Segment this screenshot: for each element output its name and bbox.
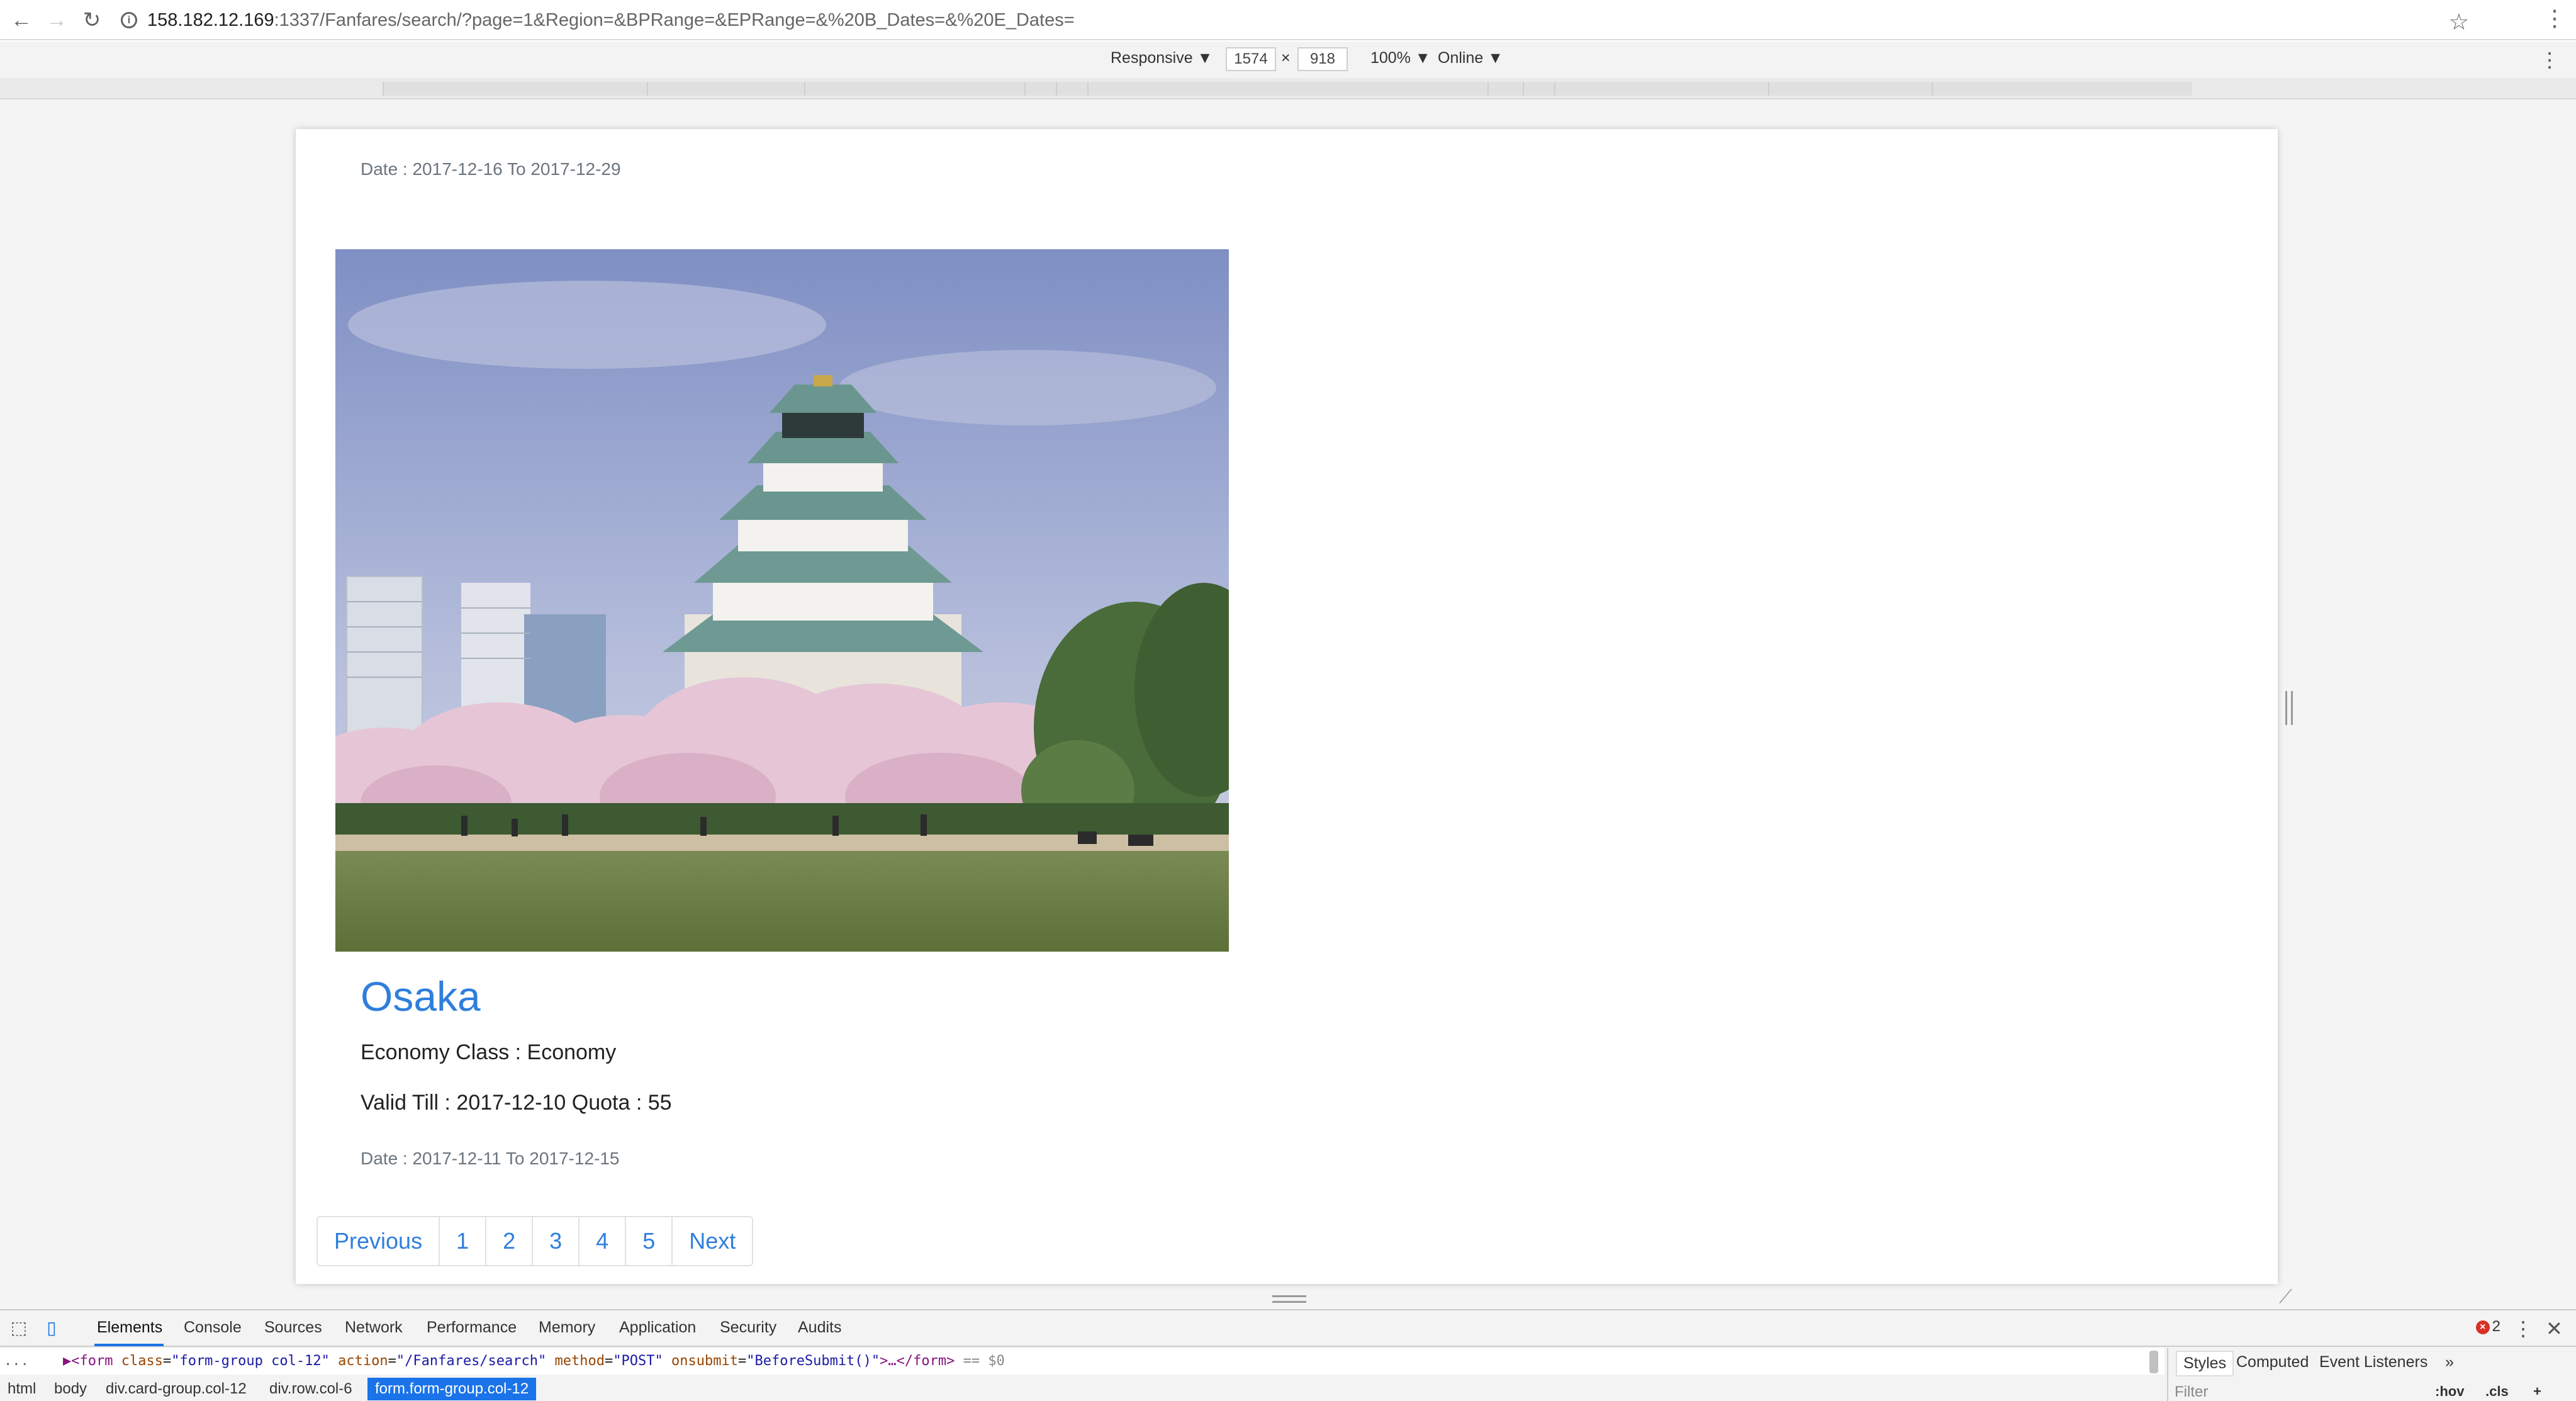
dom-attr-method: method (554, 1353, 605, 1369)
media-query-segment[interactable] (1056, 82, 1087, 96)
reload-icon[interactable]: ↻ (78, 6, 106, 34)
previous-card-date: Date : 2017-12-16 To 2017-12-29 (361, 159, 621, 179)
media-query-segment[interactable] (1768, 82, 1932, 96)
emulated-viewport: Date : 2017-12-16 To 2017-12-29 Osaka Ec… (296, 129, 2278, 1284)
tab-sources[interactable]: Sources (264, 1319, 322, 1337)
styles-pane: Styles Computed Event Listeners » Filter… (2167, 1348, 2576, 1401)
tab-elements[interactable]: Elements (97, 1319, 162, 1337)
dom-close-tag: >…</form> (880, 1353, 955, 1369)
media-query-segment[interactable] (804, 82, 1024, 96)
device-mode-select[interactable]: Responsive ▼ (1111, 49, 1212, 67)
network-throttle-select[interactable]: Online ▼ (1438, 49, 1503, 67)
media-query-segment[interactable] (383, 82, 647, 96)
media-query-bar[interactable] (0, 78, 2576, 99)
error-counter[interactable]: × 2 (2475, 1318, 2500, 1336)
media-query-segment[interactable] (1487, 82, 1523, 96)
dom-val-action: "/Fanfares/search" (396, 1353, 547, 1369)
side-tab-overflow[interactable]: » (2445, 1353, 2454, 1371)
browser-toolbar: ← → ↻ i 158.182.12.169:1337/Fanfares/sea… (0, 0, 2576, 40)
bookmark-star-icon[interactable]: ☆ (2449, 9, 2469, 35)
class-toggle[interactable]: .cls (2485, 1383, 2509, 1400)
pagination-previous[interactable]: Previous (318, 1217, 440, 1265)
economy-class-text: Economy Class : Economy (361, 1040, 617, 1064)
device-toolbar: Responsive ▼ 1574 × 918 100% ▼ Online ▼ … (0, 42, 2576, 78)
address-bar[interactable]: i 158.182.12.169:1337/Fanfares/search/?p… (115, 4, 2506, 37)
pagination-page-2[interactable]: 2 (486, 1217, 534, 1265)
card-title[interactable]: Osaka (361, 972, 481, 1020)
url-path: :1337/Fanfares/search/?page=1&Region=&BP… (274, 10, 1075, 30)
device-toolbar-toggle-icon[interactable]: ▯ (42, 1318, 62, 1338)
breadcrumb-form[interactable]: form.form-group.col-12 (367, 1378, 537, 1400)
tab-application[interactable]: Application (619, 1319, 696, 1337)
zoom-select[interactable]: 100% ▼ (1370, 49, 1431, 67)
pagination: Previous 1 2 3 4 5 Next (316, 1216, 754, 1266)
media-query-segment[interactable] (1087, 82, 1487, 96)
dom-current-marker: == $0 (955, 1353, 1005, 1369)
dom-attr-class: class (121, 1353, 163, 1369)
info-icon[interactable]: i (121, 12, 137, 28)
dom-ellipsis[interactable]: ... (4, 1348, 29, 1375)
pagination-next[interactable]: Next (673, 1217, 753, 1265)
selected-dom-node[interactable]: ... ▶<form class="form-group col-12" act… (0, 1348, 2164, 1375)
tab-audits[interactable]: Audits (798, 1319, 841, 1337)
styles-filter-input[interactable]: Filter (2175, 1383, 2208, 1401)
pagination-page-3[interactable]: 3 (533, 1217, 580, 1265)
device-toolbar-menu-icon[interactable]: ⋮ (2540, 48, 2560, 72)
devtools-menu-icon[interactable]: ⋮ (2513, 1317, 2533, 1341)
inspect-element-icon[interactable]: ⬚ (9, 1318, 29, 1338)
side-tab-event-listeners[interactable]: Event Listeners (2319, 1353, 2428, 1371)
forward-icon[interactable]: → (43, 6, 70, 34)
tab-performance[interactable]: Performance (427, 1319, 517, 1337)
url-host: 158.182.12.169 (147, 10, 274, 30)
media-query-segment[interactable] (1024, 82, 1056, 96)
media-query-segment[interactable] (647, 82, 804, 96)
url-text[interactable]: 158.182.12.169:1337/Fanfares/search/?pag… (147, 10, 1075, 31)
valid-till-quota-text: Valid Till : 2017-12-10 Quota : 55 (361, 1091, 672, 1115)
dom-attr-onsubmit: onsubmit (671, 1353, 738, 1369)
breadcrumb-body[interactable]: body (54, 1376, 87, 1401)
osaka-castle-image (335, 249, 1229, 952)
active-tab-indicator (94, 1344, 164, 1346)
tab-security[interactable]: Security (720, 1319, 776, 1337)
breadcrumb-html[interactable]: html (8, 1376, 36, 1401)
viewport-resize-handle-bottom[interactable] (1272, 1295, 1306, 1303)
tab-network[interactable]: Network (345, 1319, 403, 1337)
media-query-segment[interactable] (1932, 82, 2192, 96)
viewport-resize-handle-right[interactable] (2285, 691, 2293, 725)
breadcrumb: html body div.card-group.col-12 div.row.… (0, 1376, 2164, 1401)
dom-open-tag[interactable]: ▶<form (63, 1353, 121, 1369)
breadcrumb-row[interactable]: div.row.col-6 (269, 1376, 352, 1401)
media-query-segment[interactable] (1523, 82, 1554, 96)
breadcrumb-card-group[interactable]: div.card-group.col-12 (106, 1376, 247, 1401)
card-date: Date : 2017-12-11 To 2017-12-15 (361, 1149, 620, 1168)
tab-console[interactable]: Console (184, 1319, 242, 1337)
pagination-page-4[interactable]: 4 (580, 1217, 627, 1265)
add-style-rule-icon[interactable]: + (2533, 1383, 2541, 1400)
dom-val-onsubmit: "BeforeSubmit()" (746, 1353, 880, 1369)
viewport-width-input[interactable]: 1574 (1226, 47, 1276, 71)
viewport-resize-corner-icon[interactable]: ⟋ (2279, 1286, 2298, 1307)
dimension-separator: × (1281, 49, 1291, 67)
dom-val-class: "form-group col-12" (171, 1353, 330, 1369)
dom-val-method: "POST" (613, 1353, 663, 1369)
tab-memory[interactable]: Memory (539, 1319, 595, 1337)
devtools-panel: ⬚ ▯ Elements Console Sources Network Per… (0, 1309, 2576, 1401)
pagination-page-5[interactable]: 5 (626, 1217, 673, 1265)
pagination-page-1[interactable]: 1 (440, 1217, 487, 1265)
devtools-tab-bar: ⬚ ▯ Elements Console Sources Network Per… (0, 1310, 2576, 1347)
side-tab-styles[interactable]: Styles (2176, 1351, 2234, 1376)
side-tab-computed[interactable]: Computed (2236, 1353, 2309, 1371)
viewport-height-input[interactable]: 918 (1297, 47, 1348, 71)
error-count: 2 (2492, 1318, 2500, 1335)
close-devtools-icon[interactable]: ✕ (2546, 1317, 2563, 1341)
media-query-segment[interactable] (1554, 82, 1768, 96)
back-icon[interactable]: ← (8, 6, 35, 34)
dom-scrollbar[interactable] (2149, 1351, 2158, 1373)
dom-node-code: ▶<form class="form-group col-12" action=… (63, 1353, 1005, 1369)
error-icon: × (2475, 1320, 2490, 1334)
hover-state-toggle[interactable]: :hov (2435, 1383, 2464, 1400)
dom-attr-action: action (338, 1353, 388, 1369)
chrome-menu-icon[interactable]: ⋮ (2543, 5, 2566, 31)
